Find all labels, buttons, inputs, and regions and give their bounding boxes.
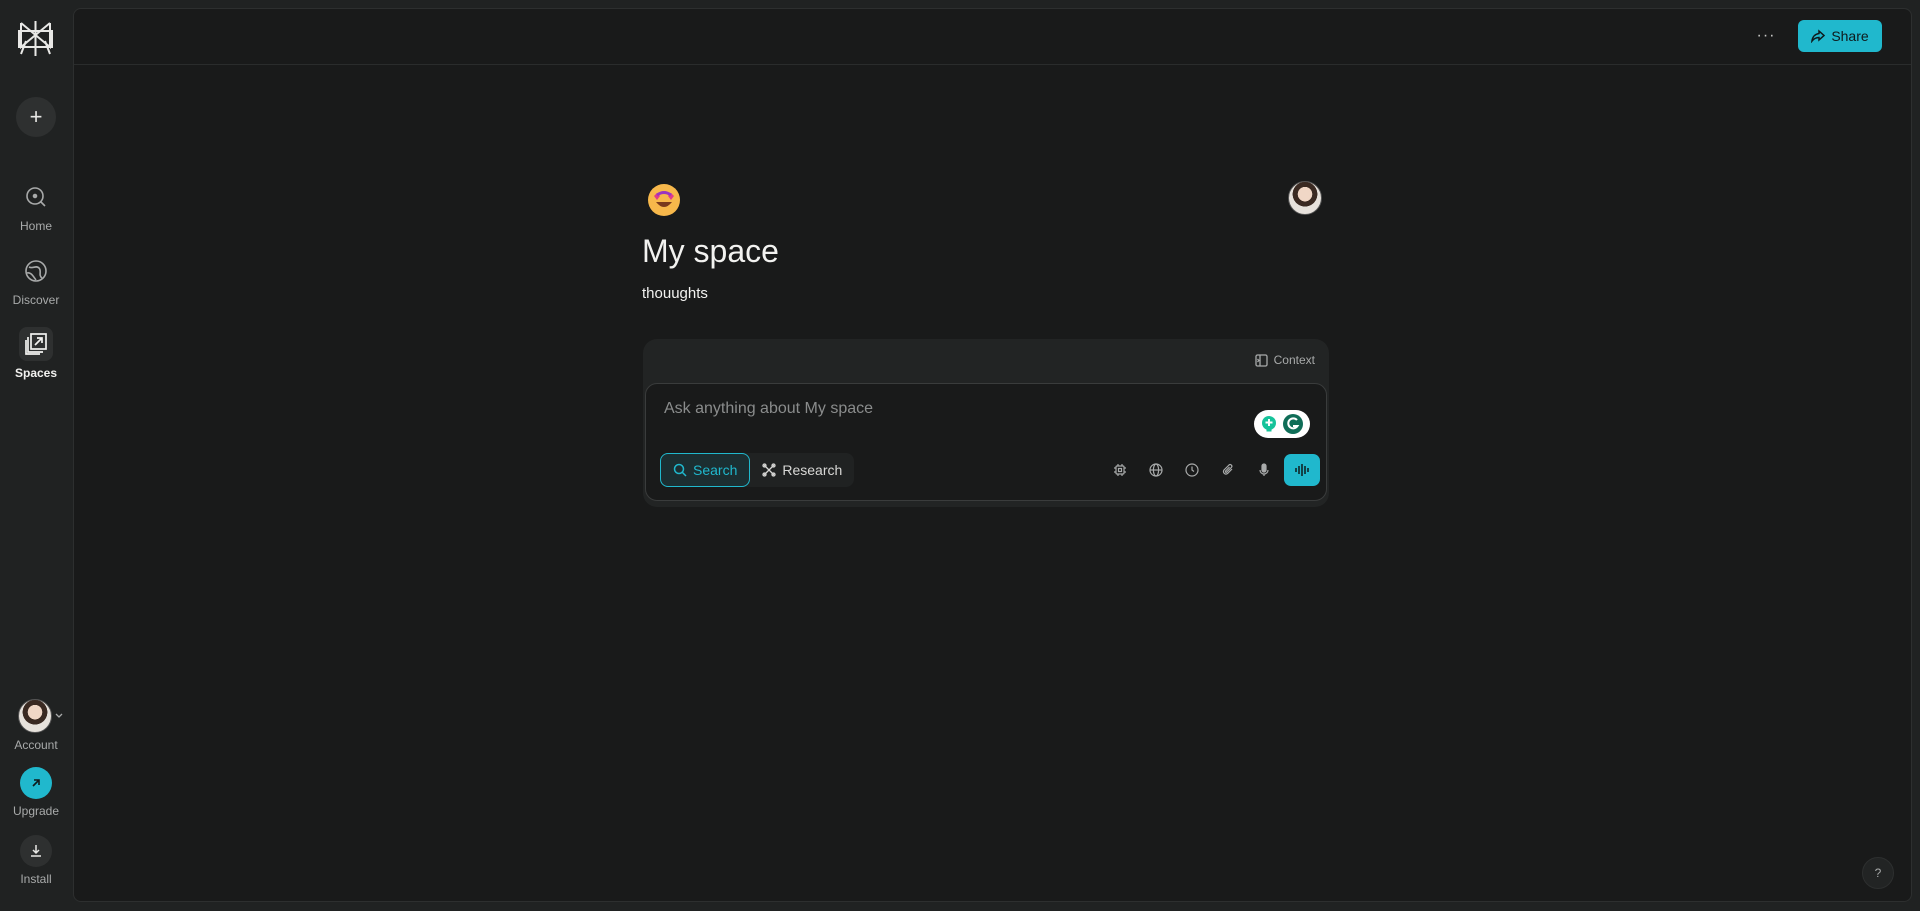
input-tools <box>1102 453 1320 487</box>
sidebar-item-install[interactable]: Install <box>0 835 72 886</box>
sidebar-item-discover[interactable]: Discover <box>0 254 72 307</box>
spaces-icon <box>19 327 53 361</box>
search-icon <box>673 463 687 477</box>
voice-wave-icon <box>1295 464 1309 476</box>
plus-icon: + <box>29 104 43 129</box>
sidebar-item-spaces[interactable]: Spaces <box>0 327 72 380</box>
more-options-button[interactable]: ··· <box>1754 27 1778 47</box>
voice-mode-button[interactable] <box>1284 454 1320 486</box>
perplexity-logo[interactable] <box>17 19 54 58</box>
mode-selector: Search Research <box>660 453 855 487</box>
ask-input-box: Search Research <box>645 383 1327 501</box>
home-search-icon <box>19 180 53 214</box>
sidebar-item-home[interactable]: Home <box>0 180 72 233</box>
research-mode-label: Research <box>782 462 843 478</box>
share-label: Share <box>1831 28 1869 44</box>
help-button[interactable]: ? <box>1862 857 1894 889</box>
space-owner-avatar[interactable] <box>1288 181 1322 215</box>
lightbulb-icon <box>1262 416 1276 432</box>
arrow-up-right-icon <box>20 767 52 799</box>
paperclip-icon[interactable] <box>1210 453 1246 487</box>
sidebar-item-label: Spaces <box>14 366 58 380</box>
context-button[interactable]: Context <box>1254 353 1315 367</box>
sidebar-item-upgrade[interactable]: Upgrade <box>0 767 72 818</box>
sidebar-item-label: Discover <box>12 293 60 307</box>
account-label: Account <box>14 738 58 752</box>
clock-icon[interactable] <box>1174 453 1210 487</box>
research-icon <box>762 463 777 477</box>
search-mode-button[interactable]: Search <box>660 453 751 487</box>
top-bar: ··· Share <box>74 9 1911 65</box>
main-panel: ··· Share 🤩 My space thouughts Context <box>73 8 1912 902</box>
new-thread-button[interactable]: + <box>16 97 56 137</box>
grammarly-icon <box>1283 414 1303 434</box>
globe-icon <box>19 254 53 288</box>
ask-card: Context Search Research <box>643 339 1329 507</box>
download-icon <box>20 835 52 867</box>
search-mode-label: Search <box>693 462 738 478</box>
avatar <box>18 699 52 733</box>
grammarly-widget[interactable] <box>1254 410 1310 438</box>
space-emoji[interactable] <box>646 182 682 218</box>
chevron-down-icon <box>55 713 63 718</box>
sidebar: + Home Discover Spaces Account Upgrade I… <box>0 0 72 911</box>
research-mode-button[interactable]: Research <box>750 453 854 487</box>
sidebar-item-label: Home <box>19 219 52 233</box>
ask-input[interactable] <box>662 396 1246 422</box>
sidebar-item-account[interactable]: Account <box>0 699 72 752</box>
space-description: thouughts <box>642 285 708 302</box>
globe-icon[interactable] <box>1138 453 1174 487</box>
page-title: My space <box>642 233 779 269</box>
context-label: Context <box>1273 353 1315 367</box>
microphone-icon[interactable] <box>1246 453 1282 487</box>
model-chip-icon[interactable] <box>1102 453 1138 487</box>
install-label: Install <box>20 872 52 886</box>
upgrade-label: Upgrade <box>12 804 60 818</box>
share-icon <box>1811 29 1826 43</box>
sidebar-panel-icon <box>1254 353 1268 367</box>
share-button[interactable]: Share <box>1798 20 1882 52</box>
